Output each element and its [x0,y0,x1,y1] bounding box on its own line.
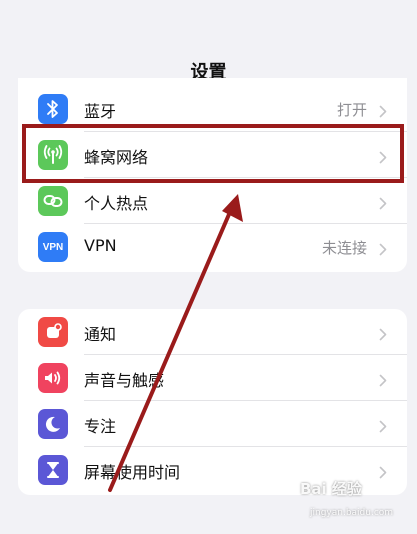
watermark-text: Bai 经验 [300,480,362,498]
pointer-arrow [108,194,243,492]
watermark: Bai 经验 jingyan.baidu.com [300,478,410,528]
watermark-subtext: jingyan.baidu.com [310,508,394,518]
settings-screen: 设置 蓝牙 打开 蜂窝网络 个人热点 VPN VPN 未连接 通知 声音与触感 … [0,0,417,534]
